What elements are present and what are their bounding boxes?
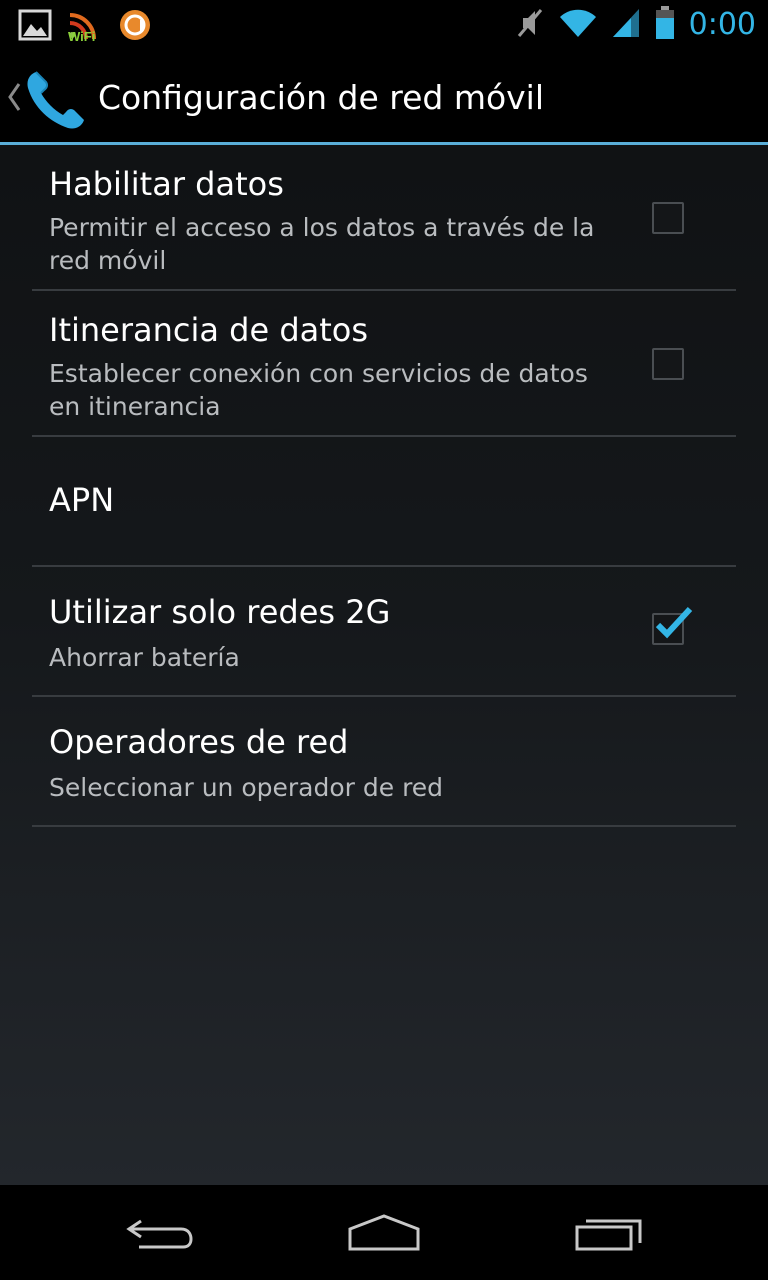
action-bar: Configuración de red móvil (0, 50, 768, 144)
phone-icon[interactable] (24, 66, 90, 132)
preference-list: Habilitar datos Permitir el acceso a los… (32, 145, 736, 827)
wifi-app-label: WiFi (68, 29, 96, 44)
pref-data-roaming[interactable]: Itinerancia de datos Establecer conexión… (32, 291, 736, 437)
cell-signal-icon (611, 7, 641, 43)
status-bar: WiFi 0:00 (0, 0, 768, 50)
data-roaming-checkbox[interactable] (652, 348, 684, 380)
notification-icons: WiFi (18, 8, 152, 46)
pref-title: Utilizar solo redes 2G (49, 593, 391, 631)
pref-apn[interactable]: APN (32, 437, 736, 567)
home-icon (348, 1213, 420, 1250)
pref-summary: Establecer conexión con servicios de dat… (49, 359, 588, 421)
pref-summary: Ahorrar batería (49, 643, 240, 672)
up-caret-icon[interactable] (6, 80, 22, 114)
clock: 0:00 (688, 7, 756, 42)
picture-icon (18, 9, 52, 45)
pref-title: Operadores de red (49, 723, 349, 761)
page-title: Configuración de red móvil (98, 78, 545, 117)
pref-enable-data[interactable]: Habilitar datos Permitir el acceso a los… (32, 145, 736, 291)
settings-content: Habilitar datos Permitir el acceso a los… (0, 145, 768, 1185)
wifi-app-icon: WiFi (66, 9, 104, 45)
pref-title: APN (49, 481, 115, 519)
checkmark-icon (655, 606, 693, 639)
navigation-bar (0, 1185, 768, 1280)
system-icons: 0:00 (515, 6, 756, 44)
recent-apps-button[interactable] (530, 1185, 690, 1280)
wifi-signal-icon (559, 7, 597, 43)
enable-data-checkbox[interactable] (652, 202, 684, 234)
back-icon (126, 1219, 193, 1248)
pref-summary: Seleccionar un operador de red (49, 773, 444, 802)
battery-icon (655, 6, 675, 44)
mute-icon (515, 6, 545, 44)
pref-2g-only[interactable]: Utilizar solo redes 2G Ahorrar batería (32, 567, 736, 697)
2g-only-checkbox[interactable] (652, 606, 693, 645)
home-button[interactable] (304, 1185, 464, 1280)
recent-apps-icon (575, 1219, 642, 1250)
back-button[interactable] (80, 1185, 240, 1280)
pref-summary: Permitir el acceso a los datos a través … (49, 213, 595, 275)
orange-app-icon (118, 8, 152, 46)
pref-title: Habilitar datos (49, 165, 284, 203)
pref-title: Itinerancia de datos (49, 311, 369, 349)
pref-network-operators[interactable]: Operadores de red Seleccionar un operado… (32, 697, 736, 827)
